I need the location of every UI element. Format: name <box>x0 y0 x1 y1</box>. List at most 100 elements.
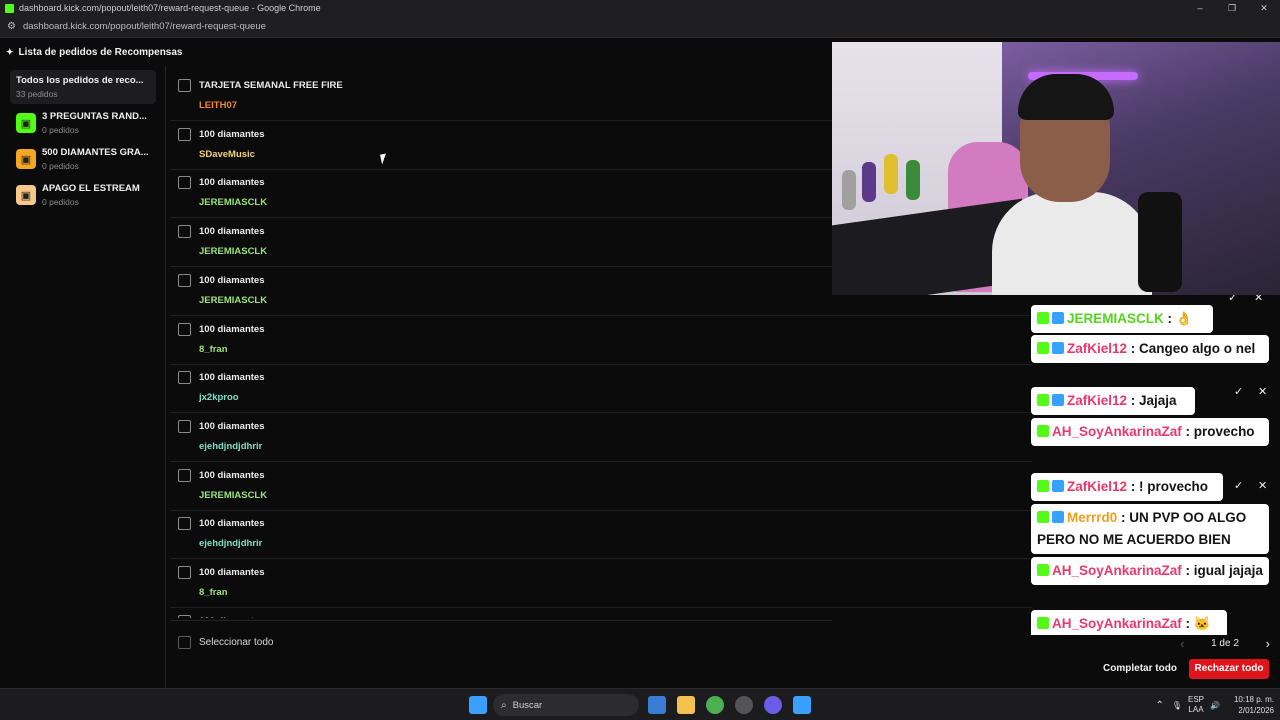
request-reward-name: TARJETA SEMANAL FREE FIRE <box>199 80 343 91</box>
url-text[interactable]: dashboard.kick.com/popout/leith07/reward… <box>23 21 266 32</box>
request-username: JEREMIASCLK <box>199 294 268 306</box>
next-page-icon[interactable]: › <box>1266 636 1270 651</box>
request-username: 8_fran <box>199 343 228 355</box>
chrome-icon[interactable] <box>706 696 724 714</box>
chat-username[interactable]: ZafKiel12 <box>1067 479 1127 494</box>
request-username: JEREMIASCLK <box>199 246 268 258</box>
dismiss-icon[interactable]: ✕ <box>1254 295 1263 304</box>
request-row[interactable]: 100 diamantes 8_fran <box>170 559 1032 608</box>
chat-message: ZafKiel12 : Cangeo algo o nel <box>1031 335 1269 363</box>
file-explorer-icon[interactable] <box>677 696 695 714</box>
chat-text: : Jajaja <box>1127 393 1177 408</box>
webcam-overlay <box>832 42 1280 295</box>
request-checkbox[interactable] <box>178 566 191 579</box>
window-title: dashboard.kick.com/popout/leith07/reward… <box>19 3 321 13</box>
chat-text: : provecho <box>1181 424 1255 439</box>
request-checkbox[interactable] <box>178 79 191 92</box>
request-row[interactable]: 100 diamantes 8_fran <box>170 316 1032 365</box>
system-tray: ⌃ 🎙 ESP LAA 🔊 10:18 p. m. 2/01/2026 <box>1147 693 1274 717</box>
request-reward-name: 100 diamantes <box>199 177 265 189</box>
dismiss-icon[interactable]: ✕ <box>1258 385 1267 398</box>
request-checkbox[interactable] <box>178 273 191 287</box>
taskbar-search[interactable]: ⌕ Buscar <box>493 694 639 716</box>
chevron-up-icon[interactable]: ⌃ <box>1155 700 1163 711</box>
address-bar[interactable]: ⚙ dashboard.kick.com/popout/leith07/rewa… <box>0 16 1280 38</box>
request-checkbox[interactable] <box>178 614 191 618</box>
chat-username[interactable]: AH_SoyAnkarinaZaf <box>1052 616 1182 631</box>
app-icon[interactable] <box>764 696 782 714</box>
notepad-icon[interactable] <box>793 696 811 714</box>
dismiss-icon[interactable]: ✕ <box>1258 479 1267 492</box>
request-checkbox[interactable] <box>178 225 191 239</box>
clock[interactable]: 10:18 p. m. 2/01/2026 <box>1234 694 1274 716</box>
request-username: 8_fran <box>199 587 228 598</box>
moderator-badge-icon <box>1052 312 1064 324</box>
volume-icon[interactable]: 🔊 <box>1210 701 1220 710</box>
request-reward-name: 100 diamantes <box>199 323 265 335</box>
sidebar-item-count: 33 pedidos <box>16 89 58 99</box>
restore-button[interactable]: ❐ <box>1216 0 1248 16</box>
sidebar-item-count: 0 pedidos <box>42 197 79 207</box>
sidebar-item-500-diamantes[interactable]: ▣ 500 DIAMANTES GRA... 0 pedidos <box>10 142 156 176</box>
page-title: Lista de pedidos de Recompensas <box>18 46 183 58</box>
request-reward-name: 100 diamantes <box>199 128 265 140</box>
approve-icon[interactable]: ✓ <box>1234 385 1243 398</box>
figurine <box>906 160 920 200</box>
sidebar-item-text: 3 PREGUNTAS RAND... 0 pedidos <box>42 111 154 135</box>
store-icon[interactable] <box>648 696 666 714</box>
chat-username[interactable]: ZafKiel12 <box>1067 341 1127 356</box>
chat-text: : ! provecho <box>1127 479 1209 494</box>
chat-text: : igual jajaja <box>1181 563 1263 578</box>
chat-username[interactable]: Merrrd0 <box>1067 510 1117 525</box>
chat-timestamp: hace 2 meses <box>1217 315 1270 325</box>
request-row[interactable]: 100 diamantes ejehdjndjdhrir <box>170 413 1032 462</box>
sidebar-item-count: 0 pedidos <box>42 161 79 171</box>
select-all-label[interactable]: Seleccionar todo <box>199 637 274 648</box>
request-row[interactable]: 100 diamantes jx2kproo <box>170 364 1032 414</box>
site-info-icon[interactable]: ⚙ <box>7 21 16 32</box>
request-checkbox[interactable] <box>178 371 191 385</box>
chat-username[interactable]: ZafKiel12 <box>1067 393 1127 408</box>
request-checkbox[interactable] <box>178 468 191 482</box>
language-indicator[interactable]: ESP LAA <box>1188 695 1204 715</box>
reward-sidebar: Todos los pedidos de reco... 33 pedidos … <box>0 66 166 688</box>
sidebar-item-3-preguntas[interactable]: ▣ 3 PREGUNTAS RAND... 0 pedidos <box>10 106 156 140</box>
prev-page-icon[interactable]: ‹ <box>1180 636 1184 651</box>
clock-date: 2/01/2026 <box>1238 706 1274 715</box>
chat-username[interactable]: JEREMIASCLK <box>1067 311 1164 326</box>
sidebar-item-apago-el-estream[interactable]: ▣ APAGO EL ESTREAM 0 pedidos <box>10 178 156 212</box>
chat-message: AH_SoyAnkarinaZaf : 🐱 <box>1031 610 1227 635</box>
complete-all-button[interactable]: Completar todo <box>1098 659 1182 679</box>
sidebar-item-text: 500 DIAMANTES GRA... 0 pedidos <box>42 147 154 171</box>
sidebar-item-all-requests[interactable]: Todos los pedidos de reco... 33 pedidos <box>10 70 156 104</box>
chat-username[interactable]: AH_SoyAnkarinaZaf <box>1052 563 1182 578</box>
reject-all-button[interactable]: Rechazar todo <box>1189 659 1269 679</box>
moderator-badge-icon <box>1052 394 1064 406</box>
sidebar-item-count: 0 pedidos <box>42 125 79 135</box>
sidebar-item-text: APAGO EL ESTREAM 0 pedidos <box>42 183 154 207</box>
approve-icon[interactable]: ✓ <box>1234 479 1243 492</box>
request-row[interactable]: 100 diamantes ejehdjndjdhrir <box>170 510 1032 560</box>
request-row[interactable]: 100 diamantes JEREMIASCLK <box>170 462 1032 511</box>
request-row[interactable]: 100 diamantes <box>170 608 1032 618</box>
page-indicator: 1 de 2 <box>1211 637 1239 649</box>
microphone-icon[interactable]: 🎙 <box>1172 701 1182 710</box>
request-checkbox[interactable] <box>178 322 191 336</box>
minimize-button[interactable]: – <box>1184 0 1216 16</box>
request-checkbox[interactable] <box>178 517 191 531</box>
select-all-checkbox[interactable] <box>178 636 191 649</box>
window-titlebar: dashboard.kick.com/popout/leith07/reward… <box>0 0 1280 16</box>
figurine <box>884 154 898 194</box>
request-username: SDaveMusic <box>199 148 255 160</box>
close-window-button[interactable]: ✕ <box>1248 0 1280 16</box>
sidebar-item-label: 3 PREGUNTAS RAND... <box>42 111 147 122</box>
chat-username[interactable]: AH_SoyAnkarinaZaf <box>1052 424 1182 439</box>
approve-icon[interactable]: ✓ <box>1228 295 1237 304</box>
window-controls: – ❐ ✕ <box>1184 0 1280 16</box>
request-checkbox[interactable] <box>178 176 191 190</box>
windows-start-icon[interactable] <box>469 696 487 714</box>
obs-icon[interactable] <box>735 696 753 714</box>
moderator-badge-icon <box>1052 480 1064 492</box>
request-checkbox[interactable] <box>178 127 191 141</box>
request-checkbox[interactable] <box>178 419 191 433</box>
